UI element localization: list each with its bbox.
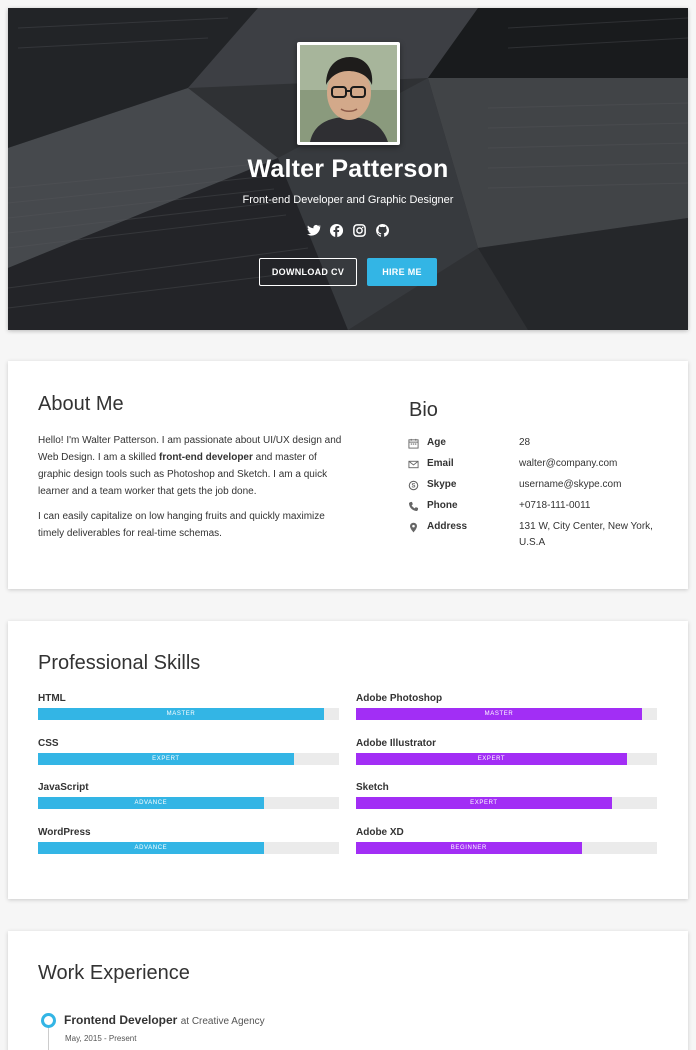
avatar [300,45,397,142]
bio-row-skype: S Skype username@skype.com [408,479,668,500]
bio-label: Address [427,521,468,532]
bio-value: 131 W, City Center, New York, U.S.A [519,521,653,548]
bio-value: 28 [519,437,531,448]
about-text: Hello! I'm Walter Patterson. I am passio… [38,432,343,542]
phone-icon [408,501,419,512]
calendar-icon [408,438,419,449]
skills-card: Professional Skills HTML MASTER CSS EXPE… [8,621,688,899]
instagram-icon[interactable] [352,223,367,238]
bio-title: Bio [409,399,438,421]
skill-bar: EXPERT [38,753,294,765]
about-p1-bold: front-end developer [158,452,253,463]
bio-row-phone: Phone +0718-111-0011 [408,500,668,521]
bio-label: Skype [427,479,457,490]
skill-name: Adobe Photoshop [356,693,443,704]
bio-value: walter@company.com [519,458,618,469]
about-paragraph-1: Hello! I'm Walter Patterson. I am passio… [38,432,343,500]
bio-row-email: Email walter@company.com [408,458,668,479]
bio-row-age: Age 28 [408,437,668,458]
work-title: Work Experience [38,962,190,984]
skill-css: CSS EXPERT [38,738,339,765]
job-dates: May, 2015 - Present [65,1034,137,1043]
skill-adobe-illustrator: Adobe Illustrator EXPERT [356,738,657,765]
skill-track: MASTER [356,708,657,720]
skill-name: HTML [38,693,66,704]
skill-html: HTML MASTER [38,693,339,720]
bio-list: Age 28 Email walter@company.com S Skype … [408,437,668,557]
skill-track: MASTER [38,708,339,720]
about-card: About Me Hello! I'm Walter Patterson. I … [8,361,688,589]
skill-name: Adobe Illustrator [356,738,437,749]
skill-name: CSS [38,738,59,749]
skill-bar: ADVANCE [38,842,264,854]
skill-bar: MASTER [356,708,642,720]
bio-row-address: Address 131 W, City Center, New York, U.… [408,521,668,557]
skill-bar: MASTER [38,708,324,720]
timeline-line [48,1028,49,1050]
skill-javascript: JavaScript ADVANCE [38,782,339,809]
social-links [8,223,688,238]
bio-label: Phone [427,500,458,511]
skill-name: Adobe XD [356,827,404,838]
job-title: Frontend Developer at Creative Agency [64,1013,265,1027]
envelope-icon [408,459,419,470]
skill-track: EXPERT [356,797,657,809]
hero-header: Walter Patterson Front-end Developer and… [8,8,688,330]
bio-label: Age [427,437,446,448]
job-company: at Creative Agency [180,1016,265,1027]
profile-job-title: Front-end Developer and Graphic Designer [242,194,454,206]
skill-wordpress: WordPress ADVANCE [38,827,339,854]
profile-name: Walter Patterson [247,155,449,183]
skill-adobe-xd: Adobe XD BEGINNER [356,827,657,854]
skill-track: EXPERT [38,753,339,765]
facebook-icon[interactable] [329,223,344,238]
hire-me-button[interactable]: HIRE ME [367,258,437,286]
download-cv-button[interactable]: DOWNLOAD CV [259,258,357,286]
skill-bar: EXPERT [356,797,612,809]
about-paragraph-2: I can easily capitalize on low hanging f… [38,511,325,539]
skill-name: Sketch [356,782,389,793]
skill-track: ADVANCE [38,797,339,809]
map-marker-icon [408,522,419,533]
twitter-icon[interactable] [306,223,321,238]
svg-text:S: S [412,484,416,490]
skill-track: ADVANCE [38,842,339,854]
skill-track: BEGINNER [356,842,657,854]
timeline-dot [41,1013,56,1028]
github-icon[interactable] [375,223,390,238]
bio-value: username@skype.com [519,479,622,490]
job-position: Frontend Developer [64,1013,178,1027]
skill-adobe-photoshop: Adobe Photoshop MASTER [356,693,657,720]
bio-value: +0718-111-0011 [519,500,591,511]
bio-label: Email [427,458,454,469]
skill-name: JavaScript [38,782,89,793]
skype-icon: S [408,480,419,491]
skill-track: EXPERT [356,753,657,765]
work-card: Work Experience Frontend Developer at Cr… [8,931,688,1050]
skill-name: WordPress [38,827,91,838]
profile-photo [297,42,400,145]
skill-bar: BEGINNER [356,842,582,854]
skill-bar: ADVANCE [38,797,264,809]
skill-bar: EXPERT [356,753,627,765]
about-title: About Me [38,393,124,415]
skill-sketch: Sketch EXPERT [356,782,657,809]
skills-title: Professional Skills [38,652,201,674]
